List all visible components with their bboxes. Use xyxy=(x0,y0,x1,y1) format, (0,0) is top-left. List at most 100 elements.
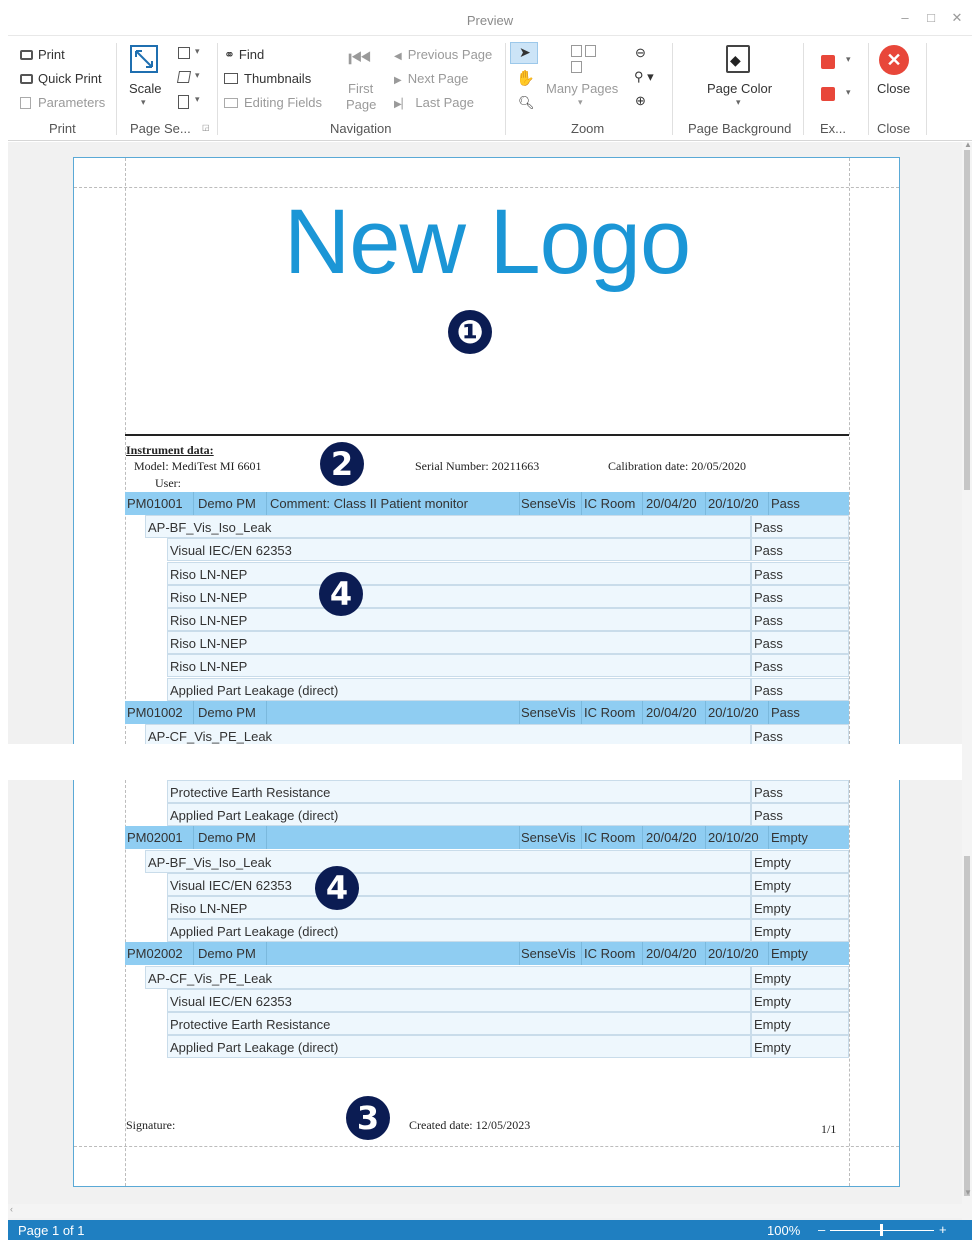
zoom-icon[interactable]: ⚲ ▾ xyxy=(634,69,654,85)
orientation-icon[interactable] xyxy=(176,71,192,83)
margin-guide-right-lower xyxy=(849,780,850,1186)
scale-button[interactable]: Scale xyxy=(129,81,162,96)
margin-guide-right xyxy=(849,158,850,744)
test-row: AP-CF_Vis_PE_Leak Empty xyxy=(125,965,849,989)
many-pages-dropdown-icon[interactable]: ▾ xyxy=(578,97,583,108)
first-page-icon[interactable]: ⏮ xyxy=(348,43,371,75)
zoom-slider-thumb[interactable] xyxy=(880,1224,883,1236)
margins-icon[interactable] xyxy=(178,47,190,59)
magnifier-tool-icon[interactable]: 🔍︎ xyxy=(518,95,535,111)
test-result-cell: Empty xyxy=(751,1012,849,1035)
test-result: Empty xyxy=(754,1040,791,1056)
test-result: Pass xyxy=(754,613,783,628)
vertical-scroll-thumb[interactable] xyxy=(964,150,970,490)
instrument-model: Model: MediTest MI 6601 xyxy=(134,459,262,473)
parameters-button[interactable]: Parameters xyxy=(20,95,105,110)
previous-page-button[interactable]: ◀ Previous Page xyxy=(394,47,492,62)
page-setup-launcher-icon[interactable]: ◲ xyxy=(202,123,210,132)
close-window-button[interactable]: ✕ xyxy=(946,10,968,26)
pm-result: Pass xyxy=(771,496,800,511)
pm-cell-divider xyxy=(768,492,769,515)
size-dropdown-icon[interactable]: ▾ xyxy=(195,94,200,105)
pm-row: PM02001 Demo PM SenseVis IC Room 20/04/20 20/… xyxy=(125,826,849,850)
zoom-out-button[interactable]: – xyxy=(818,1222,825,1237)
quick-print-button[interactable]: Quick Print xyxy=(20,71,102,86)
test-name: Riso LN-NEP xyxy=(170,901,248,916)
test-row: Applied Part Leakage (direct) Empty xyxy=(125,1035,849,1059)
first-page-label-1[interactable]: First xyxy=(348,81,373,96)
pm-name: Demo PM xyxy=(198,496,256,511)
export-dropdown-icon[interactable]: ▾ xyxy=(846,54,851,65)
hand-tool-icon[interactable]: ✋ xyxy=(516,69,535,87)
pm-cell-divider xyxy=(193,826,194,850)
pm-cell-divider xyxy=(266,700,267,724)
pm-cell-divider xyxy=(705,492,706,515)
group-divider xyxy=(116,43,117,135)
send-dropdown-icon[interactable]: ▾ xyxy=(846,87,851,98)
scale-icon[interactable] xyxy=(130,45,158,73)
test-row: Protective Earth Resistance Pass xyxy=(125,780,849,803)
pm-date1: 20/04/20 xyxy=(646,704,697,720)
pointer-tool-button[interactable]: ➤ xyxy=(510,42,538,64)
print-group-label: Print xyxy=(49,121,76,136)
maximize-button[interactable]: □ xyxy=(920,10,942,25)
test-name-cell: Applied Part Leakage (direct) xyxy=(167,919,751,943)
page-color-dropdown-icon[interactable]: ▾ xyxy=(736,97,741,108)
pm-comment: Comment: Class II Patient monitor xyxy=(270,496,468,511)
scroll-up-icon[interactable]: ▲ xyxy=(964,140,972,149)
scroll-down-icon[interactable]: ▼ xyxy=(964,1188,972,1197)
scroll-left-icon[interactable]: ‹ xyxy=(10,1204,13,1214)
pm-cell-divider xyxy=(642,826,643,850)
group-divider xyxy=(868,43,869,135)
print-label: Print xyxy=(38,47,65,62)
pm-cell-divider xyxy=(642,942,643,966)
editing-fields-button[interactable]: Editing Fields xyxy=(224,95,322,110)
thumbnails-button[interactable]: Thumbnails xyxy=(224,71,311,86)
orientation-dropdown-icon[interactable]: ▾ xyxy=(195,70,200,81)
printer-icon xyxy=(20,50,33,60)
test-result-cell: Empty xyxy=(751,849,849,873)
zoom-in-icon[interactable]: ⊕ xyxy=(635,93,646,109)
test-name: Applied Part Leakage (direct) xyxy=(170,682,339,698)
margins-dropdown-icon[interactable]: ▾ xyxy=(195,46,200,57)
send-icon[interactable] xyxy=(821,87,835,101)
minimize-button[interactable]: – xyxy=(894,10,916,25)
instrument-calibration: Calibration date: 20/05/2020 xyxy=(608,459,746,473)
test-name: Riso LN-NEP xyxy=(170,659,248,675)
marker-4-lower: 4 xyxy=(315,866,359,910)
quick-printer-icon xyxy=(20,74,33,84)
vertical-scroll-thumb-lower[interactable] xyxy=(964,856,970,1196)
test-result-cell: Pass xyxy=(751,584,849,608)
thumbnails-label: Thumbnails xyxy=(244,71,312,86)
page-color-button[interactable]: Page Color xyxy=(707,81,772,96)
export-icon[interactable] xyxy=(821,55,835,69)
zoom-out-icon[interactable]: ⊖ xyxy=(635,45,646,61)
pm-date1: 20/04/20 xyxy=(646,496,697,511)
last-page-button[interactable]: ▶▏ Last Page xyxy=(394,95,474,110)
print-button[interactable]: Print xyxy=(20,47,65,62)
test-row: Riso LN-NEP Pass xyxy=(125,608,849,631)
size-icon[interactable] xyxy=(178,95,189,109)
test-name-cell: AP-BF_Vis_Iso_Leak xyxy=(145,849,751,873)
zoom-in-button[interactable]: + xyxy=(939,1222,947,1237)
page-setup-group-label: Page Se... xyxy=(130,121,191,136)
scale-dropdown-icon[interactable]: ▾ xyxy=(141,97,146,108)
test-row: Applied Part Leakage (direct) Empty xyxy=(125,919,849,943)
many-pages-icon-a xyxy=(571,45,582,57)
first-page-label-2[interactable]: Page xyxy=(346,97,376,112)
thumbnails-icon xyxy=(224,73,238,84)
close-group-label: Close xyxy=(877,121,911,136)
close-preview-button[interactable]: Close xyxy=(877,81,910,96)
close-preview-icon[interactable]: ✕ xyxy=(879,45,909,75)
page-color-icon[interactable]: ◆ xyxy=(726,45,750,73)
find-button[interactable]: ⚭ Find xyxy=(224,47,264,63)
test-result: Empty xyxy=(754,877,791,893)
binoculars-icon: ⚭ xyxy=(224,47,235,62)
test-result-cell: Pass xyxy=(751,608,849,631)
test-result-cell: Empty xyxy=(751,919,849,943)
status-bar: Page 1 of 1 100% – + xyxy=(8,1220,972,1240)
many-pages-button[interactable]: Many Pages xyxy=(546,81,618,96)
horizontal-scrollbar[interactable] xyxy=(8,1204,962,1218)
next-page-button[interactable]: ▶ Next Page xyxy=(394,71,468,86)
instrument-serial: Serial Number: 20211663 xyxy=(415,459,540,473)
